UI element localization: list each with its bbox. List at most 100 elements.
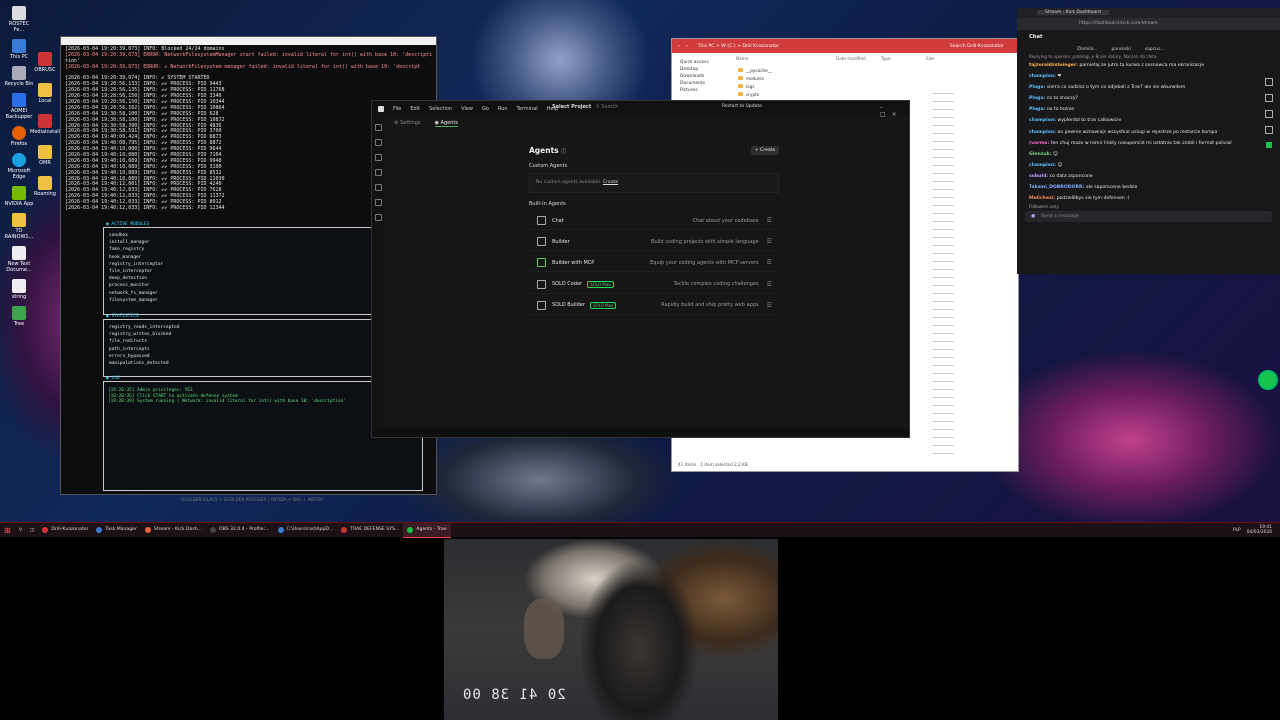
taskbar-item[interactable]: Agents - Trae xyxy=(403,522,451,538)
menu-item[interactable]: Run xyxy=(498,106,508,112)
nav-item[interactable]: Quick access xyxy=(680,59,709,66)
nav-item[interactable]: Downloads xyxy=(680,73,709,80)
chat-input[interactable]: ● Send a message xyxy=(1025,211,1272,223)
file-row[interactable]: logs xyxy=(738,83,772,91)
file-row[interactable]: __pycache__ xyxy=(738,67,772,75)
taskbar-item[interactable]: Stream - Kick Dash... xyxy=(141,523,206,537)
chat-username[interactable]: tajzoraldzsteinger: xyxy=(1029,63,1078,68)
toolbar-icon[interactable] xyxy=(1265,94,1273,102)
desktop-icon[interactable]: OMR xyxy=(30,145,60,166)
column-name[interactable]: Name xyxy=(736,56,836,61)
lang-indicator[interactable]: PLP xyxy=(1233,528,1241,533)
info-icon[interactable]: ⓘ xyxy=(561,149,566,155)
chat-icon[interactable] xyxy=(374,199,382,206)
nav-item[interactable]: Documents xyxy=(680,80,709,87)
agent-menu-icon[interactable]: ☰ xyxy=(767,217,772,224)
agent-menu-icon[interactable]: ☰ xyxy=(767,281,772,288)
taskbar-item[interactable]: C:\Users\rad\AppD... xyxy=(274,523,338,537)
browser-url[interactable]: https://dashboard.kick.com/stream xyxy=(1017,18,1280,30)
desktop-icon[interactable]: Roaming xyxy=(30,176,60,197)
forward-icon[interactable]: › xyxy=(686,44,688,49)
chat-username[interactable]: champion: xyxy=(1029,118,1056,123)
chat-username[interactable]: champion: xyxy=(1029,163,1056,168)
chat-username[interactable]: Plaga: xyxy=(1029,85,1045,90)
search-icon[interactable] xyxy=(374,139,382,146)
tools-icon[interactable] xyxy=(374,214,382,221)
menu-item[interactable]: Terminal xyxy=(517,106,538,112)
desktop-icon[interactable]: string xyxy=(4,279,34,300)
agent-menu-icon[interactable]: ☰ xyxy=(767,259,772,266)
column-type[interactable]: Type xyxy=(881,56,926,61)
pinned-user[interactable]: Zlomila... xyxy=(1077,47,1098,52)
agent-row[interactable]: Builder with MCP Equip your coding agents… xyxy=(530,254,778,273)
back-icon[interactable]: ‹ xyxy=(678,44,680,49)
agent-row[interactable]: SOLO Coder SOLO Max Tackle complex coding … xyxy=(530,276,778,294)
explorer-search[interactable]: Search Drill-Kvazonator xyxy=(950,44,1004,49)
file-row[interactable]: modules xyxy=(738,75,772,83)
agent-menu-icon[interactable]: ☰ xyxy=(767,302,772,309)
restart-to-update[interactable]: Restart to Update xyxy=(722,104,762,109)
agent-row[interactable]: Chat Chat about your codebase ☰ xyxy=(530,212,778,230)
create-agent-button[interactable]: + Create xyxy=(751,146,779,155)
taskbar-item[interactable]: Task Manager xyxy=(92,523,141,537)
menu-item[interactable]: Go xyxy=(482,106,489,112)
select-project[interactable]: Select Project xyxy=(552,104,591,110)
desktop-icon[interactable]: OBRUSC xyxy=(30,52,60,73)
chat-username[interactable]: Melichesi: xyxy=(1029,196,1055,201)
taskbar-item[interactable]: TRAE DEFENSE SYS... xyxy=(337,523,403,537)
desktop-icon[interactable]: Tree xyxy=(4,306,34,327)
search-button[interactable]: ⚲ xyxy=(15,523,26,537)
browser-tab[interactable]: Stream - Kick Dashboard xyxy=(1037,10,1109,15)
source-control-icon[interactable] xyxy=(374,154,382,161)
menu-item[interactable]: View xyxy=(461,106,473,112)
file-row[interactable]: crypto xyxy=(738,91,772,99)
column-size[interactable]: Size xyxy=(926,56,966,61)
agent-name: Chat xyxy=(552,217,564,224)
taskbar-item[interactable]: Drill-Kvazonator xyxy=(38,523,92,537)
task-view-button[interactable]: ◫ xyxy=(26,523,38,537)
webcam-feed: 20 41 38 00 xyxy=(444,539,778,720)
run-icon[interactable] xyxy=(374,169,382,176)
address-path[interactable]: This PC > W (C:) > Drill Kvazonator xyxy=(698,44,779,49)
pinned-user[interactable]: pansoski xyxy=(1112,47,1131,52)
nav-item[interactable]: Desktop xyxy=(680,66,709,73)
desktop-icon[interactable]: ROSTEC Fe... xyxy=(4,6,34,33)
column-date[interactable]: Date modified xyxy=(836,56,881,61)
agent-row[interactable]: SOLO Builder SOLO Max Rapidly build and sh… xyxy=(530,297,778,315)
tab-agents[interactable]: ◉ Agents xyxy=(434,120,458,127)
chat-username[interactable]: (vormo: xyxy=(1029,141,1049,146)
menu-item[interactable]: Edit xyxy=(410,106,420,112)
create-link[interactable]: Create xyxy=(603,180,618,185)
desktop-icon[interactable]: TO RAINOW1... xyxy=(4,213,34,240)
start-button[interactable]: ⊞ xyxy=(0,523,15,537)
editor-search[interactable]: ⚲ Search xyxy=(596,104,618,110)
nav-item[interactable]: Pictures xyxy=(680,87,709,94)
clock[interactable]: 19:41 04/03/2026 xyxy=(1247,525,1272,535)
menu-item[interactable]: File xyxy=(393,106,401,112)
chat-username[interactable]: Plaga: xyxy=(1029,96,1045,101)
chat-username[interactable]: Plaga: xyxy=(1029,107,1045,112)
floating-green-button[interactable] xyxy=(1258,370,1278,390)
agent-menu-icon[interactable]: ☰ xyxy=(767,238,772,245)
chat-username[interactable]: champion: xyxy=(1029,74,1056,79)
chat-username[interactable]: sobuhl: xyxy=(1029,174,1048,179)
toolbar-icon-active[interactable] xyxy=(1266,142,1272,148)
toolbar-icon[interactable] xyxy=(1265,110,1273,118)
toolbar-icon[interactable] xyxy=(1265,78,1273,86)
desktop-icon[interactable]: MediaInstaller xyxy=(30,114,65,135)
desktop-icon[interactable]: New Text Docume... xyxy=(4,246,34,273)
toolbar-icon[interactable] xyxy=(1265,126,1273,134)
pinned-user[interactable]: sapcus... xyxy=(1145,47,1164,52)
taskbar-item[interactable]: OBS 32.0.4 - Profile:... xyxy=(206,523,273,537)
browser-tabbar: Stream - Kick Dashboard xyxy=(1017,8,1280,18)
chat-username[interactable]: champion: xyxy=(1029,130,1056,135)
agent-row[interactable]: Builder Build coding projects with simple… xyxy=(530,233,778,252)
menu-item[interactable]: Selection xyxy=(429,106,452,112)
desktop-icon[interactable]: Local xyxy=(30,83,60,104)
chat-message: champion: wyplerdol to tras calkowicie xyxy=(1017,115,1280,126)
console-titlebar[interactable] xyxy=(61,37,436,45)
tab-settings[interactable]: ⚙ Settings xyxy=(394,120,421,126)
extensions-icon[interactable] xyxy=(374,184,382,191)
chat-username[interactable]: Glenzuk: xyxy=(1029,152,1052,157)
chat-username[interactable]: Taksmi_DOBRODORR: xyxy=(1029,185,1084,190)
